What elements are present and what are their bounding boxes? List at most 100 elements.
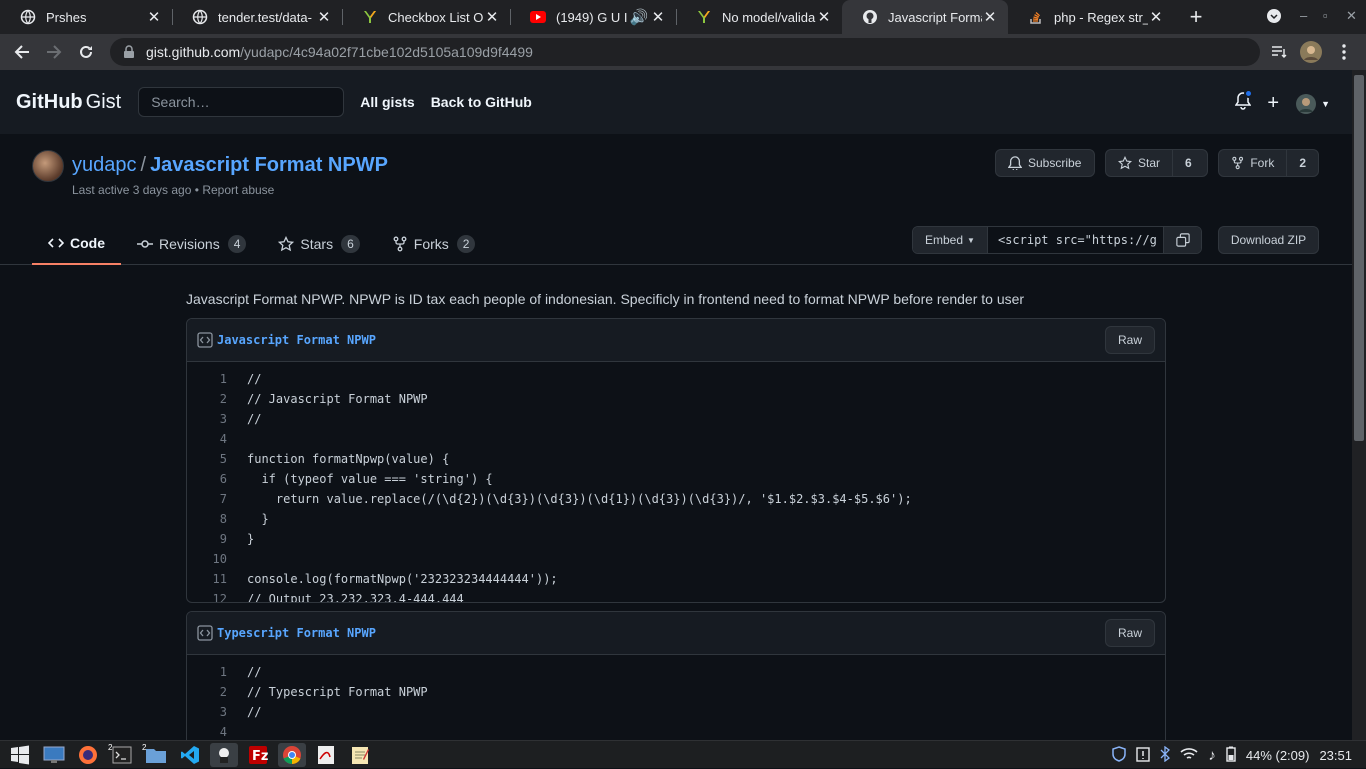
chrome-icon[interactable] (278, 742, 306, 767)
text-editor-icon[interactable] (346, 743, 374, 767)
close-window-icon[interactable]: ✕ (1346, 8, 1357, 24)
close-icon[interactable]: ✕ (316, 8, 332, 26)
close-icon[interactable]: ✕ (1148, 8, 1164, 26)
menu-kebab-icon[interactable] (1332, 40, 1356, 64)
fork-label: Fork (1250, 156, 1275, 170)
forward-icon[interactable] (42, 40, 66, 64)
fork-button[interactable]: Fork 2 (1218, 149, 1319, 177)
close-icon[interactable]: ✕ (982, 8, 998, 26)
line-number[interactable]: 3 (187, 702, 227, 722)
line-number[interactable]: 8 (187, 509, 227, 529)
browser-tab[interactable]: Checkbox List On ✕ (342, 0, 510, 34)
address-bar[interactable]: gist.github.com/yudapc/4c94a02f71cbe102d… (110, 38, 1260, 66)
battery-text: 44% (2:09) (1245, 747, 1310, 763)
revisions-count: 4 (227, 234, 247, 253)
lock-icon[interactable] (122, 45, 136, 59)
raw-button[interactable]: Raw (1104, 326, 1155, 354)
gist-name-link[interactable]: Javascript Format NPWP (150, 154, 388, 176)
star-count[interactable]: 6 (1172, 150, 1204, 176)
raw-button[interactable]: Raw (1104, 619, 1155, 647)
browser-tab[interactable]: No model/valida ✕ (676, 0, 842, 34)
music-note-icon[interactable]: ♪ (1208, 747, 1216, 764)
vscode-icon[interactable] (176, 743, 204, 767)
close-icon[interactable]: ✕ (816, 8, 832, 26)
search-input[interactable]: Search… (138, 87, 345, 117)
close-icon[interactable]: ✕ (146, 8, 162, 26)
tab-search-icon[interactable] (1266, 8, 1282, 27)
report-abuse-link[interactable]: Report abuse (202, 183, 274, 197)
browser-tab[interactable]: (1949) G U I 🔊 ✕ (510, 0, 676, 34)
battery-icon[interactable] (1226, 746, 1236, 765)
back-icon[interactable] (10, 40, 34, 64)
close-icon[interactable]: ✕ (650, 8, 666, 26)
tab-revisions[interactable]: Revisions 4 (121, 222, 262, 265)
desktop-icon[interactable] (40, 743, 68, 767)
fork-count[interactable]: 2 (1286, 150, 1318, 176)
start-menu-icon[interactable] (6, 743, 34, 767)
owner-avatar[interactable] (32, 150, 64, 182)
tab-title: No model/valida (722, 9, 816, 25)
browser-tab[interactable]: php - Regex str_r ✕ (1008, 0, 1174, 34)
embed-label: Embed (925, 233, 964, 247)
app-icon[interactable] (210, 742, 238, 767)
terminal-icon[interactable]: 2 (108, 743, 136, 767)
tab-forks[interactable]: Forks 2 (376, 222, 492, 265)
line-code: if (typeof value === 'string') { (247, 472, 493, 486)
line-number[interactable]: 10 (187, 549, 227, 569)
line-number[interactable]: 6 (187, 469, 227, 489)
line-number[interactable]: 11 (187, 569, 227, 589)
line-number[interactable]: 9 (187, 529, 227, 549)
reload-icon[interactable] (74, 40, 98, 64)
profile-avatar-icon[interactable] (1299, 40, 1323, 64)
line-number[interactable]: 2 (187, 682, 227, 702)
line-number[interactable]: 7 (187, 489, 227, 509)
browser-tab[interactable]: tender.test/data- ✕ (172, 0, 342, 34)
subscribe-button[interactable]: Subscribe (995, 149, 1095, 177)
file-manager-icon[interactable]: 2 (142, 743, 170, 767)
line-number[interactable]: 4 (187, 429, 227, 449)
notification-bell-icon[interactable] (1234, 89, 1254, 115)
bluetooth-icon[interactable] (1160, 745, 1171, 765)
line-number[interactable]: 5 (187, 449, 227, 469)
close-icon[interactable]: ✕ (484, 8, 500, 26)
download-zip-button[interactable]: Download ZIP (1218, 226, 1319, 254)
embed-select[interactable]: Embed ▼ (913, 227, 988, 253)
minimize-icon[interactable]: – (1300, 8, 1307, 23)
line-number[interactable]: 3 (187, 409, 227, 429)
file-name-link[interactable]: Typescript Format NPWP (217, 626, 376, 640)
new-tab-button[interactable]: + (1186, 4, 1206, 30)
clipboard-icon[interactable] (1136, 746, 1151, 765)
reading-list-icon[interactable] (1267, 40, 1291, 64)
line-number[interactable]: 12 (187, 589, 227, 602)
line-number[interactable]: 1 (187, 662, 227, 682)
user-avatar[interactable]: ▼ (1295, 93, 1330, 115)
line-number[interactable]: 2 (187, 389, 227, 409)
browser-tab-bar: Prshes ✕ tender.test/data- ✕ Checkbox Li… (0, 0, 1366, 34)
shield-icon[interactable] (1112, 745, 1127, 765)
maximize-icon[interactable]: ▫ (1323, 8, 1328, 23)
line-number[interactable]: 4 (187, 722, 227, 742)
line-number[interactable]: 1 (187, 369, 227, 389)
tab-stars[interactable]: Stars 6 (262, 222, 375, 265)
back-to-github-link[interactable]: Back to GitHub (431, 94, 532, 110)
stackoverflow-icon (1028, 9, 1044, 25)
scrollbar-thumb[interactable] (1354, 75, 1364, 441)
file-name-link[interactable]: Javascript Format NPWP (217, 333, 376, 347)
tab-code[interactable]: Code (32, 222, 121, 265)
speaker-icon[interactable]: 🔊 (628, 8, 650, 26)
embed-code-input[interactable]: <script src="https://g (987, 227, 1163, 253)
filezilla-icon[interactable]: Fz (244, 743, 272, 767)
owner-link[interactable]: yudapc (72, 154, 137, 176)
plus-icon[interactable]: + (1267, 92, 1279, 115)
copy-icon[interactable] (1163, 227, 1201, 253)
github-gist-logo[interactable]: GitHub Gist (16, 91, 121, 114)
all-gists-link[interactable]: All gists (360, 94, 414, 110)
pdf-viewer-icon[interactable] (312, 743, 340, 767)
firefox-icon[interactable] (74, 743, 102, 767)
tab-title: (1949) G U I (556, 9, 628, 25)
browser-tab-active[interactable]: Javascript Forma ✕ (842, 0, 1008, 34)
star-button[interactable]: Star 6 (1105, 149, 1208, 177)
browser-tab[interactable]: Prshes ✕ (0, 0, 172, 34)
wifi-icon[interactable] (1180, 747, 1198, 764)
clock[interactable]: 23:51 (1319, 748, 1352, 763)
